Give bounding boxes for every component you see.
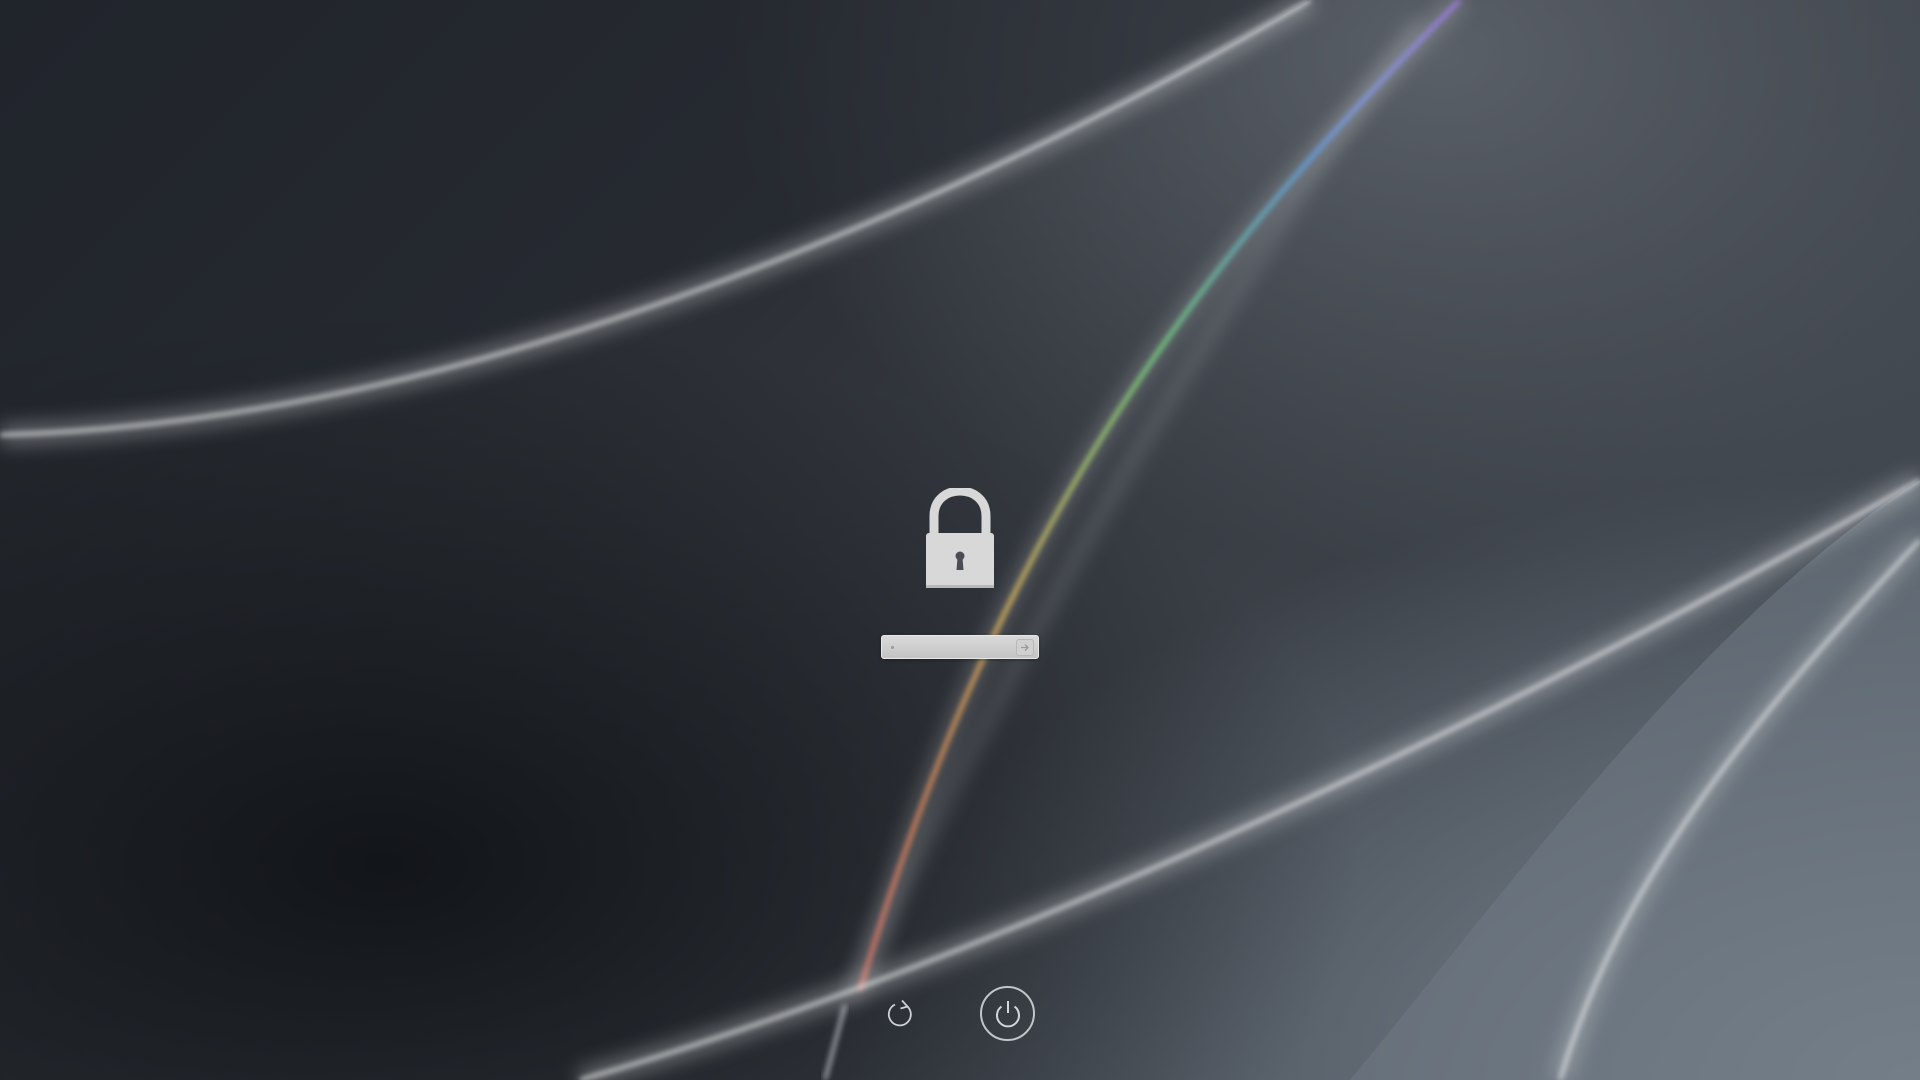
arrow-right-icon [1021, 644, 1029, 651]
restart-icon [887, 999, 912, 1027]
login-panel [0, 0, 1920, 1080]
shutdown-button[interactable] [980, 986, 1035, 1041]
lock-icon [926, 488, 994, 588]
submit-button[interactable] [1016, 639, 1034, 656]
power-icon [995, 1000, 1020, 1027]
lock-screen [0, 0, 1920, 1080]
password-field-indicator [891, 646, 894, 649]
restart-button[interactable] [883, 997, 917, 1031]
